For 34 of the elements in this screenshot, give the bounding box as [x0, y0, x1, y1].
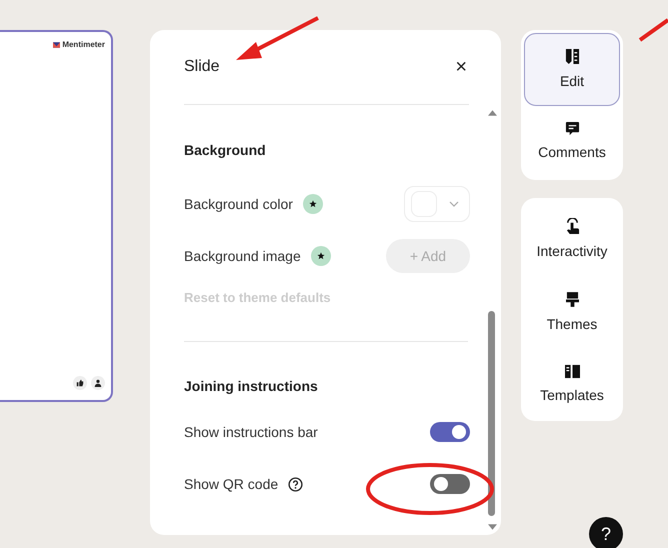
- setting-label: Background color: [184, 196, 293, 212]
- setting-label: Show instructions bar: [184, 424, 318, 440]
- comment-icon: [564, 121, 580, 136]
- scrollbar-thumb[interactable]: [488, 311, 495, 516]
- toggle-switch[interactable]: [430, 422, 470, 442]
- rail-tab[interactable]: Templates: [524, 347, 620, 418]
- rail-tab[interactable]: Interactivity: [524, 201, 620, 274]
- rail-tab[interactable]: Comments: [524, 106, 620, 177]
- scroll-down-icon[interactable]: [488, 524, 496, 530]
- thumbs-up-icon[interactable]: [73, 376, 87, 390]
- close-button[interactable]: ×: [453, 56, 469, 78]
- panel-title: Slide: [184, 58, 220, 76]
- star-badge-icon: [302, 194, 323, 214]
- brush-icon: [566, 291, 578, 308]
- star-badge-icon: [310, 246, 331, 266]
- rail-tab[interactable]: Edit: [524, 33, 620, 106]
- panels-icon: [564, 48, 580, 65]
- chevron-down-icon: [449, 201, 459, 207]
- hand-icon: [564, 218, 580, 235]
- templates-icon: [564, 364, 580, 379]
- setting-label: Show QR code: [184, 476, 278, 492]
- slide-preview[interactable]: Mentimeter: [0, 30, 113, 402]
- brand-name: Mentimeter: [62, 40, 105, 49]
- person-icon[interactable]: [91, 376, 105, 390]
- setting-label: Background image: [184, 248, 301, 264]
- help-button[interactable]: ?: [589, 517, 623, 548]
- rail-tab[interactable]: Themes: [524, 274, 620, 347]
- color-picker[interactable]: [404, 186, 470, 222]
- section-heading: Background: [184, 142, 267, 158]
- scroll-up-icon[interactable]: [488, 110, 496, 116]
- help-icon[interactable]: [288, 476, 304, 492]
- toggle-switch[interactable]: [430, 474, 470, 494]
- section-heading: Joining instructions: [184, 378, 319, 394]
- logo-icon: [53, 42, 60, 48]
